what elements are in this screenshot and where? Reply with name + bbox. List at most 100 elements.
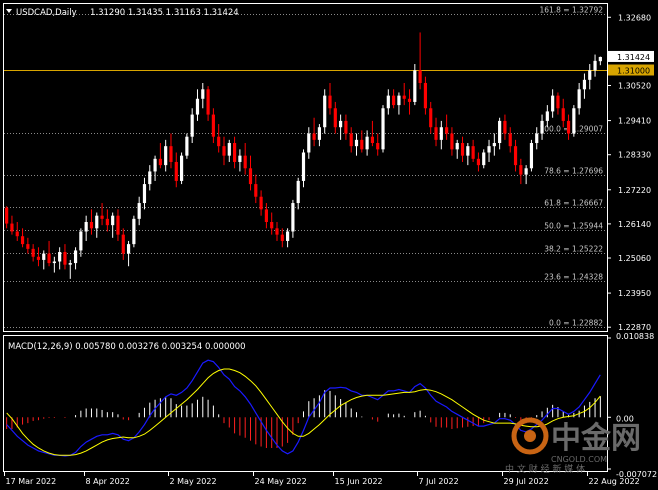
candle-body — [10, 223, 14, 232]
watermark-brand: 中金网 — [551, 421, 641, 456]
candle-body — [476, 158, 481, 166]
price-tick-label: 1.26140 — [618, 220, 651, 229]
candle-body — [137, 203, 141, 219]
candle-body — [561, 108, 565, 121]
fib-label: 61.8 = 1.26667 — [544, 199, 603, 208]
candle-body — [26, 244, 30, 249]
time-tick-label: 2 May 2022 — [170, 477, 217, 486]
candle-body — [291, 203, 295, 232]
candle-body — [100, 215, 104, 219]
candle-body — [84, 222, 88, 232]
candle-body — [376, 143, 380, 150]
candle-body — [132, 218, 136, 245]
ohlc-values: 1.31290 1.31435 1.31163 1.31424 — [90, 8, 239, 18]
price-tick-label: 1.22870 — [618, 323, 651, 332]
price-tick-label: 1.23950 — [618, 289, 651, 298]
candle-body — [339, 120, 343, 128]
candle-body — [397, 95, 401, 106]
chart-window[interactable]: 161.8 = 1.32792 100.0 = 1.29007 78.6 = 1.2… — [0, 0, 658, 488]
candle-body — [58, 252, 62, 262]
candle-body — [593, 60, 597, 71]
candle-body — [471, 146, 475, 159]
fib-label: 78.6 = 1.27696 — [544, 167, 603, 176]
candle-body — [333, 108, 337, 128]
candle-body — [492, 143, 496, 147]
candle-body — [275, 228, 279, 235]
candle-body — [450, 133, 454, 150]
time-tick-label: 15 Jun 2022 — [335, 477, 383, 486]
candle-body — [466, 146, 470, 156]
current-price-label: 1.31424 — [617, 53, 650, 62]
candle-body — [482, 152, 486, 166]
candle-body — [68, 263, 72, 265]
candle-body — [344, 120, 348, 134]
fib-label: 0.0 = 1.22882 — [549, 319, 603, 328]
price-tick-label: 1.29410 — [618, 117, 651, 126]
candle-body — [15, 231, 19, 237]
candle-body — [264, 209, 268, 222]
candle-body — [582, 79, 587, 90]
candle-body — [105, 218, 109, 226]
candle-body — [126, 244, 131, 254]
candle-body — [360, 139, 364, 150]
chart-canvas[interactable]: 161.8 = 1.32792 100.0 = 1.29007 78.6 = 1.2… — [0, 0, 658, 488]
candle-body — [158, 158, 162, 166]
price-tick-label: 1.32680 — [618, 13, 651, 22]
candle-body — [572, 108, 576, 134]
candle-body — [508, 133, 512, 147]
candle-body — [195, 98, 200, 115]
candle-body — [535, 133, 539, 144]
candle-body — [551, 95, 555, 112]
candle-body — [498, 120, 502, 144]
candle-body — [286, 231, 290, 241]
candle-body — [248, 168, 253, 185]
candle-body — [42, 253, 46, 260]
candle-body — [307, 133, 311, 153]
candle-body — [455, 143, 459, 150]
price-tick-label: 1.30520 — [618, 82, 651, 91]
candle-body — [174, 161, 178, 181]
candle-body — [402, 95, 406, 99]
candle-body — [36, 256, 41, 260]
candle-body — [116, 215, 120, 235]
candle-body — [301, 152, 306, 181]
candle-body — [121, 234, 125, 254]
candle-body — [73, 250, 78, 264]
candle-body — [63, 252, 67, 265]
time-tick-label: 8 Apr 2022 — [86, 477, 130, 486]
candle-body — [513, 146, 518, 166]
candle-body — [349, 133, 353, 147]
fib-label: 161.8 = 1.32792 — [539, 6, 603, 15]
candle-body — [460, 143, 465, 156]
candle-body — [413, 70, 417, 102]
macd-tick-label: 0.010838 — [616, 332, 654, 341]
candle-body — [238, 155, 242, 162]
candle-body — [519, 165, 523, 175]
candle-body — [222, 146, 226, 156]
candle-body — [296, 180, 300, 204]
candle-body — [111, 215, 115, 226]
candle-body — [407, 98, 412, 102]
candle-body — [89, 222, 94, 229]
candle-body — [381, 108, 385, 150]
candle-body — [206, 89, 210, 115]
candle-body — [423, 82, 428, 109]
watermark-icon-dot — [524, 430, 536, 442]
candle-body — [577, 89, 581, 109]
fib-label: 50.0 = 1.25944 — [544, 222, 603, 231]
symbol-title: USDCAD,Daily — [16, 8, 77, 18]
candle-body — [52, 261, 56, 264]
candle-body — [179, 155, 184, 181]
candle-body — [185, 136, 189, 156]
candle-body — [365, 136, 369, 150]
candle-body — [354, 139, 359, 147]
candle-body — [201, 89, 205, 99]
candle-body — [487, 146, 491, 153]
fib-label: 100.0 = 1.29007 — [539, 125, 603, 134]
candle-body — [148, 171, 152, 185]
watermark-tagline: 中 文 财 经 新 媒 体 — [505, 463, 585, 475]
time-tick-label: 29 Jul 2022 — [504, 477, 549, 486]
candle-body — [392, 95, 396, 106]
candle-body — [556, 95, 560, 109]
watermark-site: CNGOLD.COM — [551, 455, 607, 464]
